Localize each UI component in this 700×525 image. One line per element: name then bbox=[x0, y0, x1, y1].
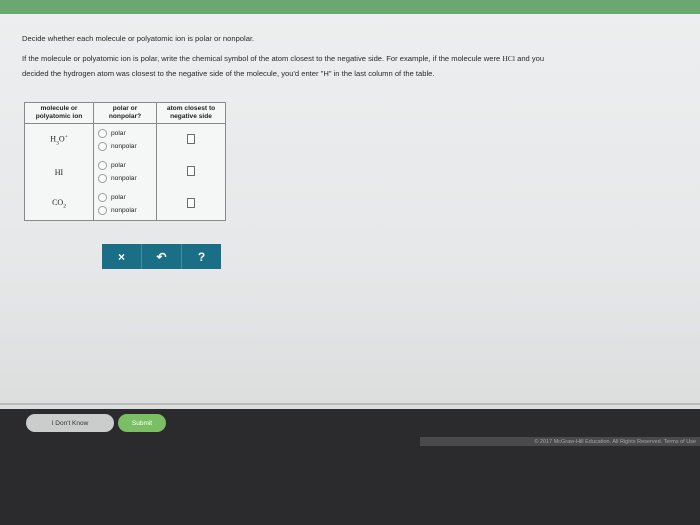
copyright-bar: © 2017 McGraw-Hill Education. All Rights… bbox=[420, 437, 700, 446]
question-icon: ? bbox=[197, 249, 206, 264]
polar-option[interactable]: polar bbox=[95, 191, 155, 204]
polarity-cell: polar nonpolar bbox=[93, 188, 157, 221]
dont-know-button[interactable]: I Don't Know bbox=[26, 414, 114, 432]
atom-answer-input[interactable] bbox=[187, 134, 195, 144]
radio-icon[interactable] bbox=[98, 161, 107, 170]
help-button[interactable]: ? bbox=[181, 244, 221, 269]
polarity-cell: polar nonpolar bbox=[93, 156, 157, 188]
undo-button[interactable]: ↶ bbox=[141, 244, 181, 269]
example-formula: HCl bbox=[502, 54, 515, 63]
instruction-line-3: decided the hydrogen atom was closest to… bbox=[22, 69, 435, 78]
molecule-polarity-table: molecule or polyatomic ion polar or nonpol… bbox=[24, 102, 226, 221]
molecule-cell: HI bbox=[24, 156, 94, 188]
atom-answer-input[interactable] bbox=[187, 198, 195, 208]
footer-divider bbox=[0, 403, 700, 405]
table-row: HI polar nonpolar bbox=[24, 156, 226, 188]
instruction-line-1: Decide whether each molecule or polyatom… bbox=[22, 34, 255, 43]
molecule-cell: H3O+ bbox=[24, 123, 94, 156]
table-row: H3O+ polar nonpolar bbox=[24, 123, 226, 156]
radio-icon[interactable] bbox=[98, 129, 107, 138]
atom-cell bbox=[156, 188, 226, 221]
radio-icon[interactable] bbox=[98, 174, 107, 183]
table-row: CO2 polar nonpolar bbox=[24, 188, 226, 221]
instruction-line-2-end: and you bbox=[515, 54, 545, 63]
nonpolar-option[interactable]: nonpolar bbox=[95, 140, 155, 153]
header-molecule: molecule or polyatomic ion bbox=[24, 102, 94, 124]
radio-icon[interactable] bbox=[98, 193, 107, 202]
atom-cell bbox=[156, 123, 226, 156]
question-panel: Decide whether each molecule or polyatom… bbox=[0, 14, 700, 409]
undo-icon: ↶ bbox=[156, 249, 167, 264]
clear-button[interactable]: × bbox=[102, 244, 141, 269]
submit-button[interactable]: Submit bbox=[118, 414, 166, 432]
table-header-row: molecule or polyatomic ion polar or nonpol… bbox=[24, 102, 226, 124]
instruction-line-2: If the molecule or polyatomic ion is pol… bbox=[22, 54, 544, 63]
atom-answer-input[interactable] bbox=[187, 166, 195, 176]
polarity-cell: polar nonpolar bbox=[93, 123, 157, 156]
nonpolar-option[interactable]: nonpolar bbox=[95, 204, 155, 217]
answer-tools: × ↶ ? bbox=[102, 244, 221, 269]
instruction-line-2-start: If the molecule or polyatomic ion is pol… bbox=[22, 54, 503, 63]
radio-icon[interactable] bbox=[98, 206, 107, 215]
close-icon: × bbox=[117, 249, 125, 264]
polar-option[interactable]: polar bbox=[95, 127, 155, 140]
header-polarity: polar or nonpolar? bbox=[93, 102, 157, 124]
polar-option[interactable]: polar bbox=[95, 159, 155, 172]
header-atom: atom closest to negative side bbox=[156, 102, 226, 124]
molecule-cell: CO2 bbox=[24, 188, 94, 221]
atom-cell bbox=[156, 156, 226, 188]
nonpolar-option[interactable]: nonpolar bbox=[95, 172, 155, 185]
radio-icon[interactable] bbox=[98, 142, 107, 151]
top-status-bar bbox=[0, 0, 700, 14]
